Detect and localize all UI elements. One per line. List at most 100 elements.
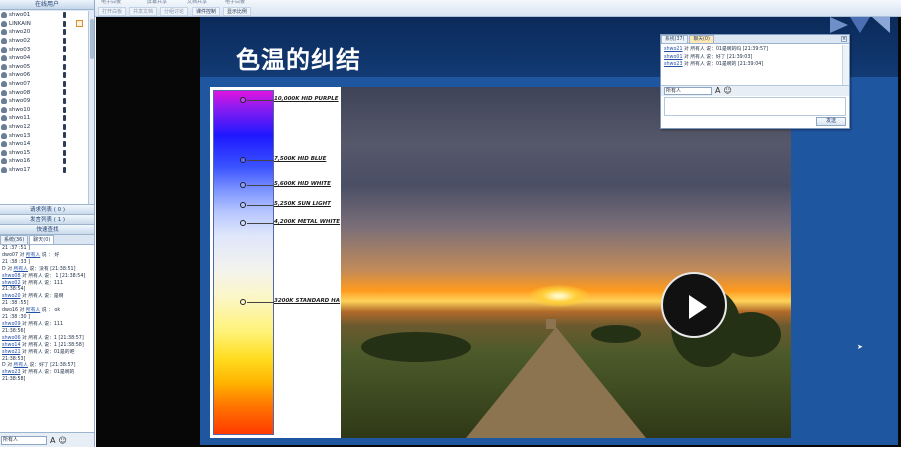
- microphone-icon[interactable]: [63, 132, 66, 139]
- chat-user-link[interactable]: shwo20: [2, 294, 21, 299]
- microphone-icon[interactable]: [63, 80, 66, 87]
- recipient-select[interactable]: 所有人: [1, 436, 47, 445]
- microphone-icon[interactable]: [63, 166, 66, 173]
- open-whiteboard-button[interactable]: 打开白板: [98, 7, 127, 16]
- user-avatar-icon: [1, 72, 7, 79]
- chat-user-link[interactable]: 所有人: [14, 363, 28, 368]
- user-name: shwo06: [9, 72, 31, 79]
- display-ratio-button[interactable]: 显示比例: [223, 7, 252, 16]
- floating-chat-scrollbar[interactable]: [842, 45, 849, 85]
- chat-user-link[interactable]: shwo06: [2, 336, 21, 341]
- close-icon[interactable]: ×: [841, 36, 847, 42]
- chat-message-input[interactable]: [664, 97, 846, 116]
- microphone-icon[interactable]: [63, 106, 66, 113]
- user-name: shwo09: [9, 98, 31, 105]
- user-list-item[interactable]: shwo10: [0, 106, 94, 115]
- user-avatar-icon: [1, 20, 7, 27]
- user-list-item[interactable]: shwo15: [0, 149, 94, 158]
- user-list-item[interactable]: shwo06: [0, 71, 94, 80]
- play-icon: [689, 295, 707, 319]
- speak-list-button[interactable]: 发言列表 ( 1 ): [0, 214, 94, 224]
- request-list-button[interactable]: 请求列表 ( 0 ): [0, 204, 94, 214]
- microphone-icon[interactable]: [63, 89, 66, 96]
- chat-user-link[interactable]: shwo23: [2, 370, 21, 375]
- chat-user-link[interactable]: shwo21: [2, 350, 21, 355]
- user-name: shwo17: [9, 166, 31, 173]
- microphone-icon[interactable]: [63, 20, 66, 27]
- chat-message-text: 21:38:54]: [2, 287, 26, 293]
- chat-user-link[interactable]: shwo01: [664, 55, 683, 60]
- user-list-item[interactable]: shwo08: [0, 88, 94, 97]
- chat-message-text: 说 ： 好: [40, 252, 60, 258]
- quick-search-button[interactable]: 快速查找: [0, 224, 94, 234]
- chat-user-link[interactable]: shwo09: [2, 322, 21, 327]
- microphone-icon[interactable]: [63, 123, 66, 130]
- user-name: shwo12: [9, 124, 31, 131]
- user-name: shwo13: [9, 132, 31, 139]
- chat-user-link[interactable]: shwo23: [664, 62, 683, 67]
- user-list-item[interactable]: shwo04: [0, 54, 94, 63]
- user-list-item[interactable]: shwo03: [0, 45, 94, 54]
- user-list-item[interactable]: LINKAIN: [0, 19, 94, 29]
- font-icon[interactable]: A: [715, 87, 720, 95]
- user-list-item[interactable]: shwo16: [0, 157, 94, 166]
- chat-user-link[interactable]: 所有人: [14, 267, 28, 272]
- tab-chat[interactable]: 聊天(0): [29, 235, 55, 244]
- chat-user-link[interactable]: shwo14: [2, 343, 21, 348]
- microphone-icon[interactable]: [63, 97, 66, 104]
- user-list-item[interactable]: shwo07: [0, 80, 94, 89]
- microphone-icon[interactable]: [63, 29, 66, 36]
- tab-system[interactable]: 系统(36): [0, 235, 29, 244]
- user-list-item[interactable]: shwo20: [0, 28, 94, 37]
- chat-user-link[interactable]: 所有人: [26, 308, 40, 313]
- microphone-icon[interactable]: [63, 46, 66, 53]
- chat-user-link[interactable]: shwo02: [2, 281, 21, 286]
- user-list-item[interactable]: shwo01: [0, 11, 94, 20]
- spectrum-marker-line: [247, 205, 274, 206]
- user-list-item[interactable]: shwo13: [0, 131, 94, 140]
- toolbar-top-label[interactable]: 电子白板: [225, 0, 245, 5]
- user-list-scrollbar[interactable]: [88, 11, 94, 204]
- microphone-icon[interactable]: [63, 12, 66, 18]
- user-list-item[interactable]: shwo09: [0, 97, 94, 106]
- user-list-item[interactable]: shwo14: [0, 140, 94, 149]
- user-list-item[interactable]: shwo02: [0, 37, 94, 46]
- courseware-control-button[interactable]: 课件控制: [192, 7, 221, 16]
- tab-chat[interactable]: 聊天(0): [689, 35, 714, 43]
- recipient-select[interactable]: 所有人: [664, 87, 712, 95]
- microphone-icon[interactable]: [63, 140, 66, 147]
- user-name: shwo03: [9, 46, 31, 53]
- user-list-item[interactable]: shwo05: [0, 63, 94, 72]
- user-list-item[interactable]: shwo12: [0, 123, 94, 132]
- microphone-icon[interactable]: [63, 72, 66, 79]
- toolbar-top-label[interactable]: 文档共享: [187, 0, 207, 5]
- edit-icon[interactable]: [76, 19, 83, 27]
- group-discussion-button[interactable]: 分组讨论: [160, 7, 189, 16]
- play-button[interactable]: [661, 272, 727, 338]
- user-list-item[interactable]: shwo17: [0, 166, 94, 175]
- chat-user-link[interactable]: shwo21: [664, 47, 683, 52]
- microphone-icon[interactable]: [63, 149, 66, 156]
- user-name: LINKAIN: [9, 20, 31, 27]
- emoji-icon[interactable]: ☺: [58, 436, 66, 445]
- tab-system[interactable]: 系统(37): [661, 35, 689, 43]
- chat-user-link[interactable]: 所有人: [26, 253, 40, 258]
- send-button[interactable]: 发送: [816, 117, 846, 126]
- chat-message-text: 21:38:58]: [2, 377, 26, 383]
- microphone-icon[interactable]: [63, 158, 66, 165]
- chat-message-text: 说 ： ok: [40, 308, 61, 314]
- chat-user-link[interactable]: shwo08: [2, 274, 21, 279]
- chat-message-text: 21 :38 :33 ]: [2, 259, 30, 265]
- emoji-icon[interactable]: ☺: [723, 87, 731, 95]
- floating-chat-window[interactable]: 系统(37) 聊天(0) × shwo21 对 所有人 说：01是啊的吗 [21…: [660, 34, 850, 129]
- microphone-icon[interactable]: [63, 54, 66, 61]
- share-doc-button[interactable]: 共享文档: [129, 7, 158, 16]
- font-icon[interactable]: A: [50, 436, 55, 445]
- microphone-icon[interactable]: [63, 63, 66, 70]
- toolbar-top-label[interactable]: 电子白板: [101, 0, 121, 5]
- microphone-icon[interactable]: [63, 37, 66, 44]
- microphone-icon[interactable]: [63, 115, 66, 122]
- toolbar-top-label[interactable]: 屏幕共享: [147, 0, 167, 5]
- user-list[interactable]: shwo01 LINKAIN shwo20 shwo02 shwo03 shwo04 shw…: [0, 11, 94, 204]
- user-list-item[interactable]: shwo11: [0, 114, 94, 123]
